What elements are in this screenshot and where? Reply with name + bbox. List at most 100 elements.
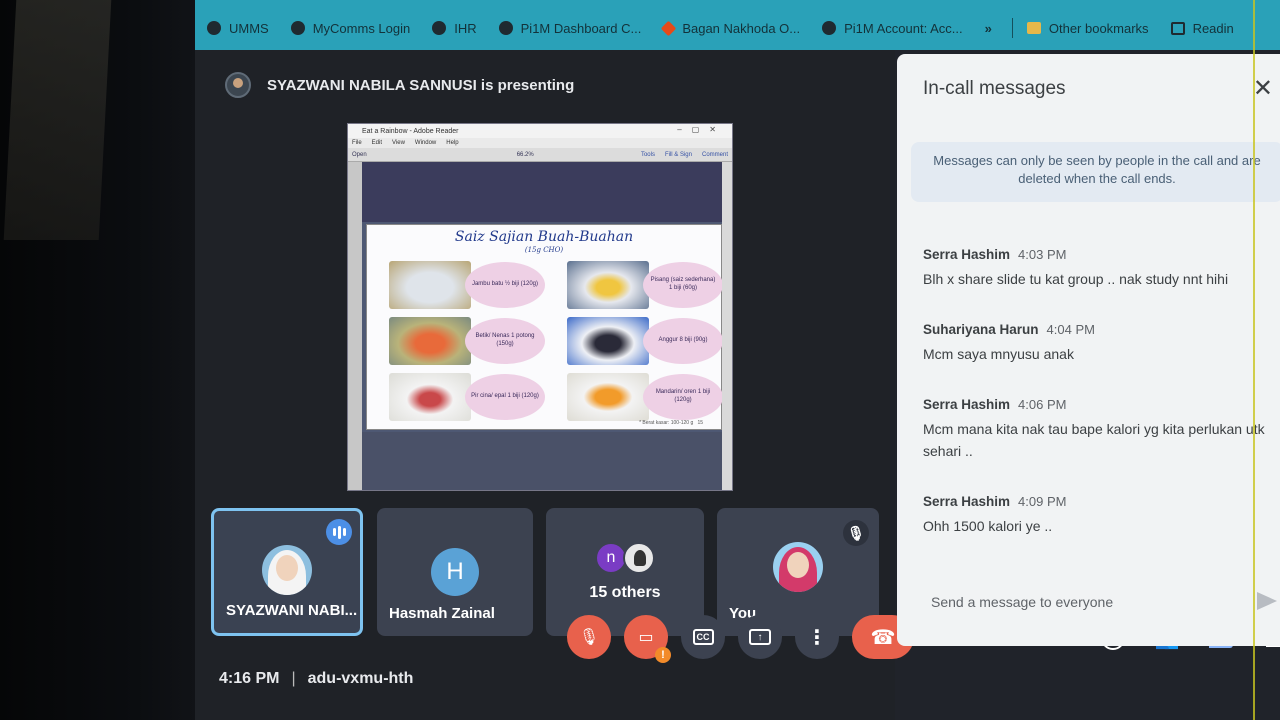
fruit-label: Pir cina/ epal 1 biji (120g): [465, 374, 545, 420]
fruit-label: Betik/ Nenas 1 potong (150g): [465, 318, 545, 364]
close-icon[interactable]: ✕: [1253, 74, 1273, 103]
toolbar-right: Tools Fill & Sign Comment: [641, 152, 728, 158]
mic-off-icon: 🎙: [843, 520, 869, 546]
reading-list-icon: [1170, 21, 1185, 35]
bookmark-umms[interactable]: UMMS: [207, 21, 269, 36]
next-page: [362, 432, 722, 490]
message-text: Mcm mana kita nak tau bape kalori yg kit…: [923, 421, 1265, 459]
graduate-avatar: [623, 542, 655, 574]
fruit-item: Jambu batu ½ biji (120g): [389, 261, 549, 311]
slide-footnote: * Berat kasar: 100-120 g 15: [639, 420, 703, 426]
message-text: Mcm saya mnyusu anak: [923, 346, 1074, 362]
fruit-item: Mandarin/ oren 1 biji (120g): [567, 373, 727, 423]
shared-screen: Eat a Rainbow - Adobe Reader –▢✕ File Ed…: [347, 123, 733, 491]
end-call-icon: ☎: [870, 626, 896, 649]
message-sender: Serra Hashim: [923, 494, 1011, 509]
avatar-face: [276, 555, 298, 581]
others-avatars: n: [595, 542, 655, 574]
zoom-level: 66.2%: [516, 151, 534, 158]
message-time: 4:04 PM: [1046, 322, 1095, 337]
present-button[interactable]: ↑: [738, 615, 782, 659]
slide-subtitle: (15g CHO): [524, 246, 564, 254]
banana-image: [567, 261, 649, 309]
mic-off-icon: 🎙: [578, 629, 600, 646]
chat-input[interactable]: Send a message to everyone: [931, 594, 1271, 610]
captions-icon: CC: [692, 629, 714, 645]
adobe-menu-bar: File Edit View Window Help: [348, 138, 732, 148]
apple-image: [389, 373, 471, 421]
send-icon[interactable]: [1257, 592, 1277, 610]
slide-page: Saiz Sajian Buah-Buahan (15g CHO) Jambu …: [366, 224, 723, 430]
message-text: Ohh 1500 kalori ye ..: [923, 518, 1053, 534]
footnote-text: * Berat kasar: 100-120 g: [639, 420, 694, 426]
mic-toggle-button[interactable]: 🎙: [567, 615, 611, 659]
screen-reflection-line: [1253, 0, 1255, 720]
reading-list-button[interactable]: Readin: [1170, 21, 1234, 36]
menu-file: File: [352, 140, 362, 146]
adobe-scrollbar: [722, 162, 732, 490]
adobe-title-bar: Eat a Rainbow - Adobe Reader –▢✕: [348, 124, 732, 138]
bookmark-bagan-nakhoda[interactable]: Bagan Nakhoda O...: [661, 20, 800, 36]
message-time: 4:06 PM: [1018, 397, 1067, 412]
avatar: H: [431, 548, 479, 596]
captions-button[interactable]: CC: [681, 615, 725, 659]
globe-icon: [822, 21, 837, 35]
bookmark-pi1m-dashboard[interactable]: Pi1M Dashboard C...: [498, 21, 641, 36]
adobe-document-area: Saiz Sajian Buah-Buahan (15g CHO) Jambu …: [348, 162, 732, 490]
speaking-indicator-icon: [326, 519, 352, 545]
bookmark-mycomms[interactable]: MyComms Login: [290, 21, 410, 36]
grapes-image: [567, 317, 649, 365]
adobe-sidebar: [348, 162, 362, 490]
tool-open: Open: [352, 151, 367, 158]
orange-image: [567, 373, 649, 421]
presenter-text: SYAZWANI NABILA SANNUSI is presenting: [267, 76, 575, 94]
bookmarks-overflow-button[interactable]: »: [985, 21, 992, 36]
participant-tile-presenter[interactable]: SYAZWANI NABI...: [211, 508, 363, 636]
camera-off-icon: ▭: [638, 629, 654, 646]
meeting-separator: |: [291, 670, 296, 687]
bookmarks-divider: [1011, 18, 1013, 38]
papaya-image: [389, 317, 471, 365]
menu-view: View: [392, 140, 405, 146]
chat-message: Serra Hashim 4:03 PM Blh x share slide tu…: [923, 246, 1273, 291]
others-count: 15 others: [589, 584, 661, 601]
fruit-item: Betik/ Nenas 1 potong (150g): [389, 317, 549, 367]
participant-name: SYAZWANI NABI...: [226, 602, 358, 619]
bookmarks-bar: UMMS MyComms Login IHR Pi1M Dashboard C.…: [195, 0, 1280, 50]
bookmark-ihr[interactable]: IHR: [432, 21, 477, 36]
tools-tab: Tools: [640, 151, 655, 158]
joomla-icon: [661, 20, 677, 36]
chat-message: Suhariyana Harun 4:04 PM Mcm saya mnyusu …: [923, 321, 1273, 366]
avatar: [773, 542, 823, 592]
chat-message: Serra Hashim 4:09 PM Ohh 1500 kalori ye .…: [923, 493, 1273, 538]
participant-tile-hasmah[interactable]: H Hasmah Zainal: [377, 508, 533, 636]
other-bookmarks-folder[interactable]: Other bookmarks: [1026, 21, 1149, 36]
meeting-time: 4:16 PM: [219, 670, 280, 687]
comment-tab: Comment: [701, 151, 728, 158]
menu-window: Window: [414, 140, 437, 146]
message-sender: Serra Hashim: [923, 397, 1011, 412]
avatar-face: [787, 552, 809, 578]
fruit-label: Anggur 8 biji (90g): [643, 318, 723, 364]
fruit-item: Anggur 8 biji (90g): [567, 317, 727, 367]
presenter-banner: SYAZWANI NABILA SANNUSI is presenting: [225, 72, 574, 98]
slide-page-number: 15: [697, 420, 703, 426]
menu-help: Help: [446, 140, 459, 146]
camera-toggle-button[interactable]: ▭!: [624, 615, 671, 663]
message-sender: Serra Hashim: [923, 247, 1011, 262]
adobe-toolbar: Open 66.2% Tools Fill & Sign Comment: [348, 148, 732, 162]
meeting-code: adu-vxmu-hth: [307, 670, 414, 687]
photo-margin: [0, 0, 195, 720]
fruit-item: Pir cina/ epal 1 biji (120g): [389, 373, 549, 423]
chat-message: Serra Hashim 4:06 PM Mcm mana kita nak ta…: [923, 396, 1273, 462]
more-options-button[interactable]: ⋮: [795, 615, 839, 659]
fruit-grid: Jambu batu ½ biji (120g) Pisang (saiz se…: [389, 261, 723, 423]
presenter-avatar: [225, 72, 251, 98]
more-vert-icon: ⋮: [807, 626, 827, 649]
globe-icon: [432, 21, 447, 35]
fruit-label: Jambu batu ½ biji (120g): [465, 262, 545, 308]
window-buttons: –▢✕: [677, 125, 726, 134]
bookmark-pi1m-account[interactable]: Pi1M Account: Acc...: [822, 21, 963, 36]
fruit-item: Pisang (saiz sederhana) 1 biji (60g): [567, 261, 727, 311]
present-icon: ↑: [749, 629, 771, 645]
